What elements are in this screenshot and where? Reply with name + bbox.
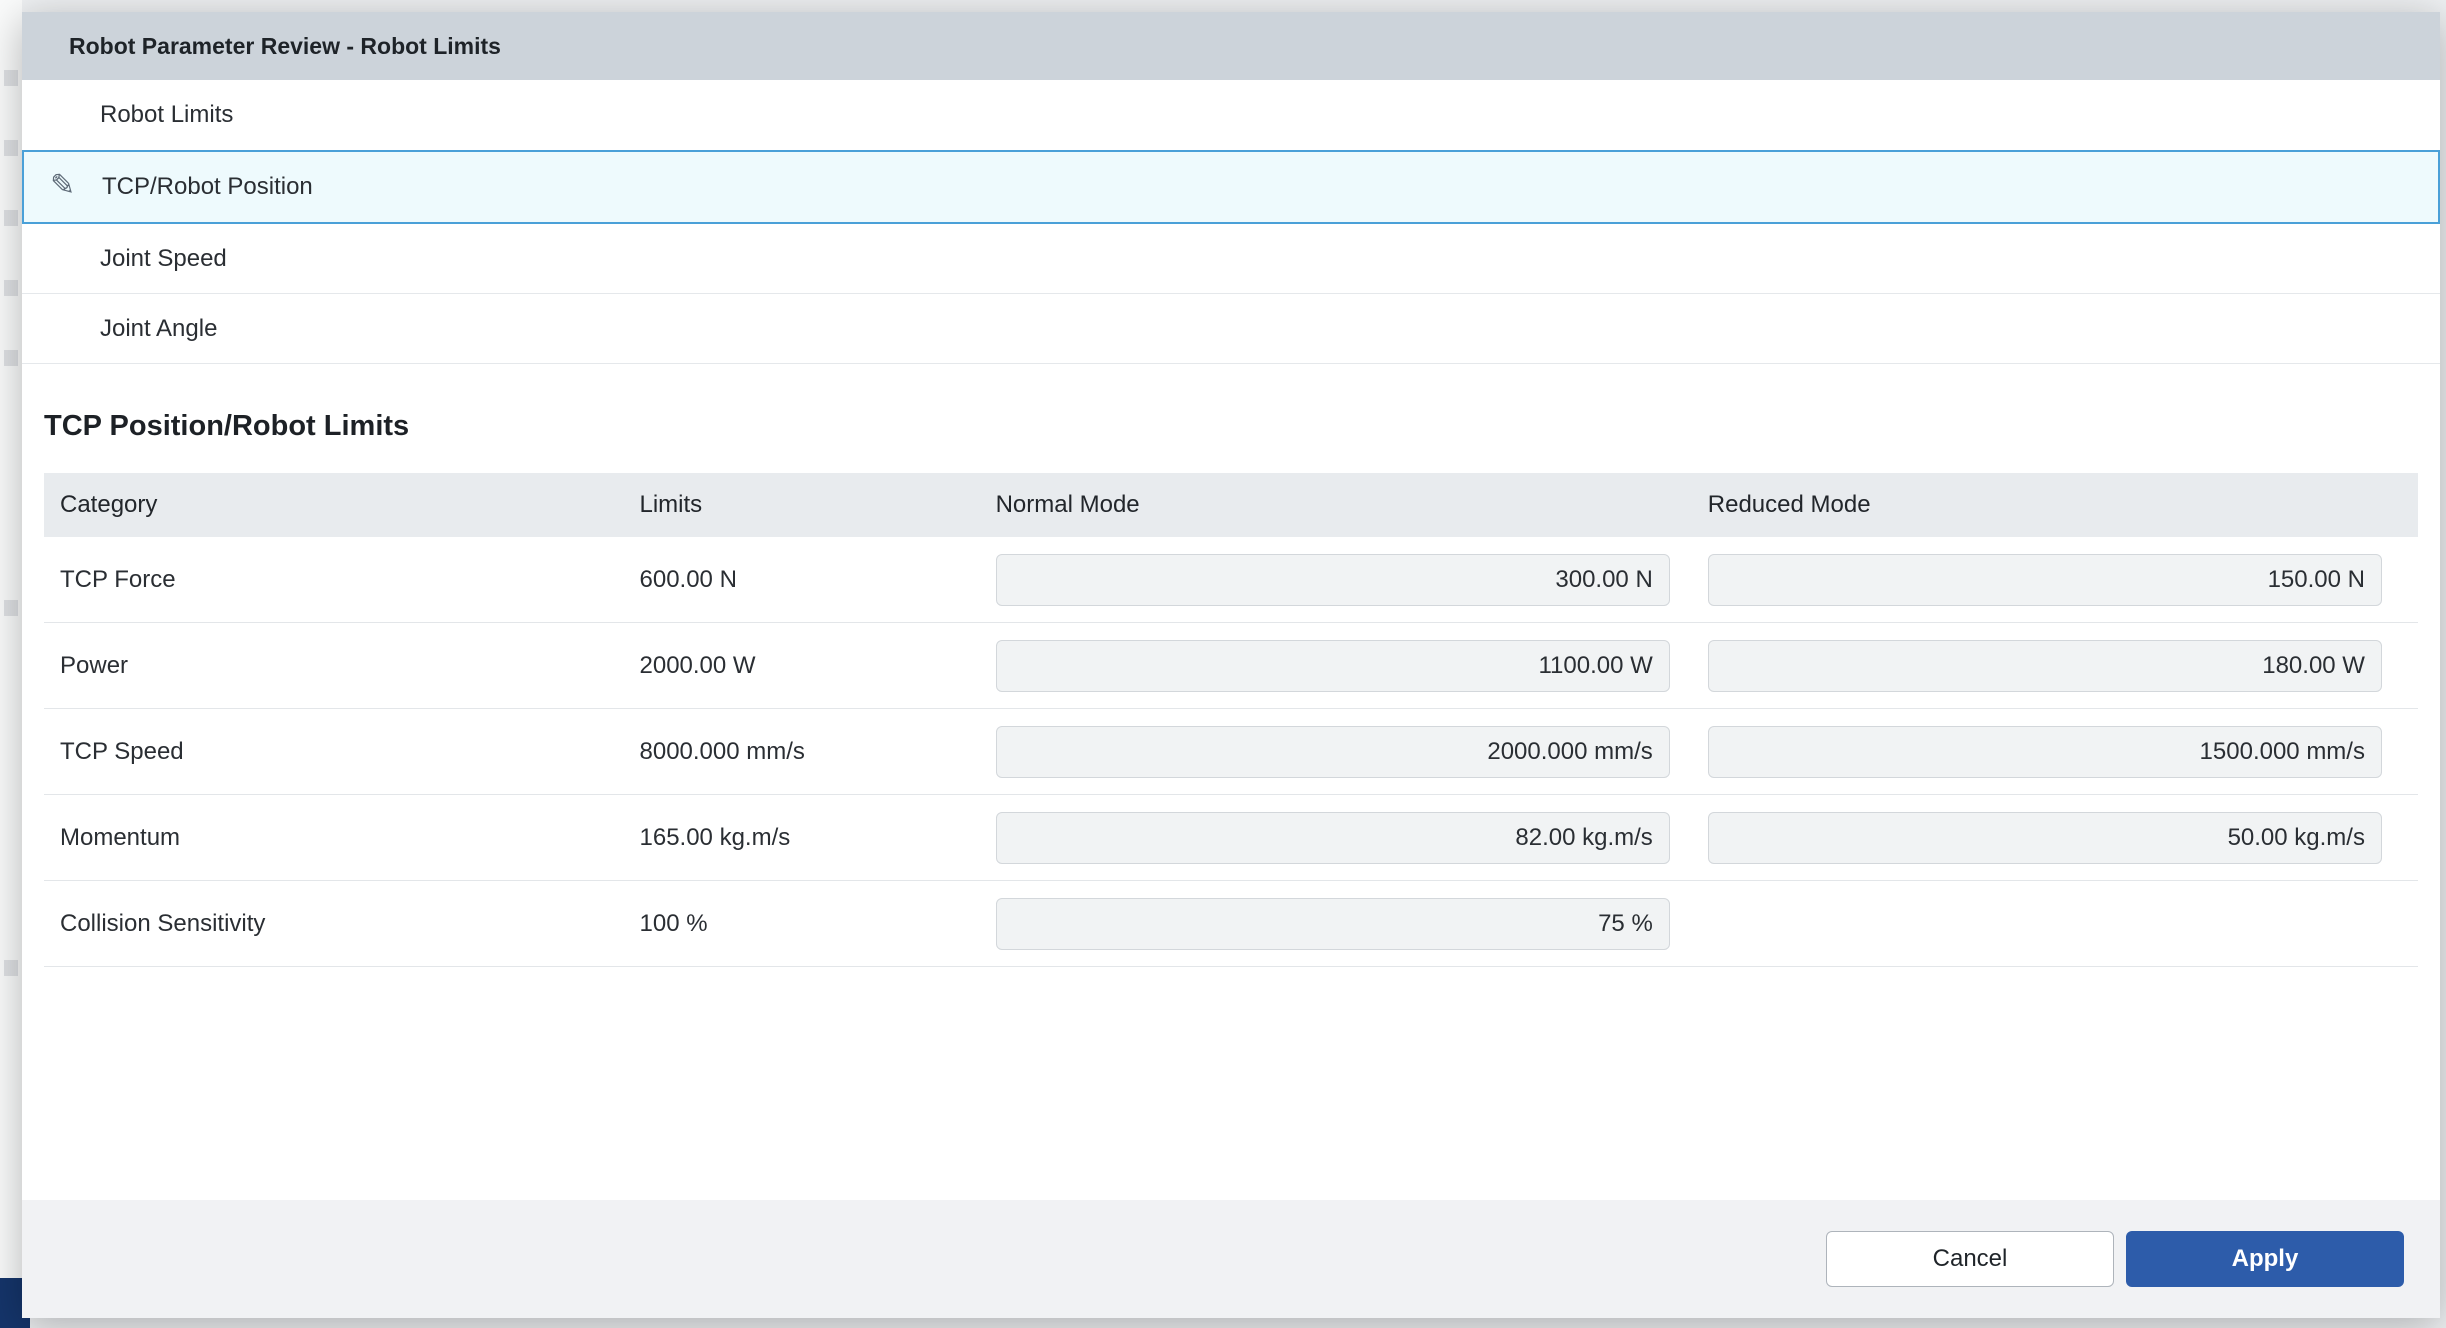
cancel-button[interactable]: Cancel xyxy=(1826,1231,2114,1287)
limit-value: 8000.000 mm/s xyxy=(638,738,994,766)
background-fragment xyxy=(4,960,18,976)
nav-item-joint-angle[interactable]: Joint Angle xyxy=(22,294,2440,364)
background-app-sliver xyxy=(0,0,22,1328)
reduced-mode-input[interactable] xyxy=(1708,554,2382,606)
limit-value: 600.00 N xyxy=(638,566,994,594)
dialog-footer: Cancel Apply xyxy=(22,1200,2440,1318)
limit-value: 2000.00 W xyxy=(638,652,994,680)
col-header-normal-mode: Normal Mode xyxy=(994,491,1706,519)
table-header-row: Category Limits Normal Mode Reduced Mode xyxy=(44,473,2418,537)
nav-item-label: Joint Angle xyxy=(100,315,217,343)
normal-mode-input[interactable] xyxy=(996,812,1670,864)
reduced-mode-input[interactable] xyxy=(1708,726,2382,778)
normal-mode-input[interactable] xyxy=(996,640,1670,692)
robot-parameter-dialog: Robot Parameter Review - Robot Limits Ro… xyxy=(22,12,2440,1318)
dialog-title: Robot Parameter Review - Robot Limits xyxy=(69,33,501,60)
table-row: TCP Force 600.00 N xyxy=(44,537,2418,623)
apply-button[interactable]: Apply xyxy=(2126,1231,2404,1287)
nav-item-label: TCP/Robot Position xyxy=(102,173,313,201)
normal-mode-input[interactable] xyxy=(996,554,1670,606)
background-fragment xyxy=(4,280,18,296)
table-row: Power 2000.00 W xyxy=(44,623,2418,709)
nav-item-tcp-robot-position[interactable]: ✎ TCP/Robot Position xyxy=(22,150,2440,224)
dialog-content: TCP Position/Robot Limits Category Limit… xyxy=(22,364,2440,1200)
section-title: TCP Position/Robot Limits xyxy=(44,410,2440,443)
limit-value: 165.00 kg.m/s xyxy=(638,824,994,852)
nav-item-robot-limits[interactable]: Robot Limits xyxy=(22,80,2440,150)
background-fragment xyxy=(4,140,18,156)
reduced-mode-input[interactable] xyxy=(1708,640,2382,692)
category-label: Collision Sensitivity xyxy=(44,910,638,938)
table-row: Momentum 165.00 kg.m/s xyxy=(44,795,2418,881)
table-row: Collision Sensitivity 100 % xyxy=(44,881,2418,967)
limits-nav-list: Robot Limits ✎ TCP/Robot Position Joint … xyxy=(22,80,2440,364)
background-fragment xyxy=(4,350,18,366)
background-fragment xyxy=(4,70,18,86)
reduced-mode-input[interactable] xyxy=(1708,812,2382,864)
col-header-category: Category xyxy=(44,491,638,519)
nav-item-label: Robot Limits xyxy=(100,101,233,129)
limit-value: 100 % xyxy=(638,910,994,938)
pencil-icon: ✎ xyxy=(50,168,75,203)
normal-mode-input[interactable] xyxy=(996,726,1670,778)
col-header-limits: Limits xyxy=(638,491,994,519)
background-fragment xyxy=(4,210,18,226)
category-label: Momentum xyxy=(44,824,638,852)
dialog-titlebar: Robot Parameter Review - Robot Limits xyxy=(22,12,2440,80)
col-header-reduced-mode: Reduced Mode xyxy=(1706,491,2418,519)
background-fragment xyxy=(4,600,18,616)
table-row: TCP Speed 8000.000 mm/s xyxy=(44,709,2418,795)
nav-item-joint-speed[interactable]: Joint Speed xyxy=(22,224,2440,294)
category-label: TCP Force xyxy=(44,566,638,594)
nav-item-label: Joint Speed xyxy=(100,245,227,273)
limits-table: Category Limits Normal Mode Reduced Mode… xyxy=(44,473,2418,967)
category-label: Power xyxy=(44,652,638,680)
normal-mode-input[interactable] xyxy=(996,898,1670,950)
category-label: TCP Speed xyxy=(44,738,638,766)
